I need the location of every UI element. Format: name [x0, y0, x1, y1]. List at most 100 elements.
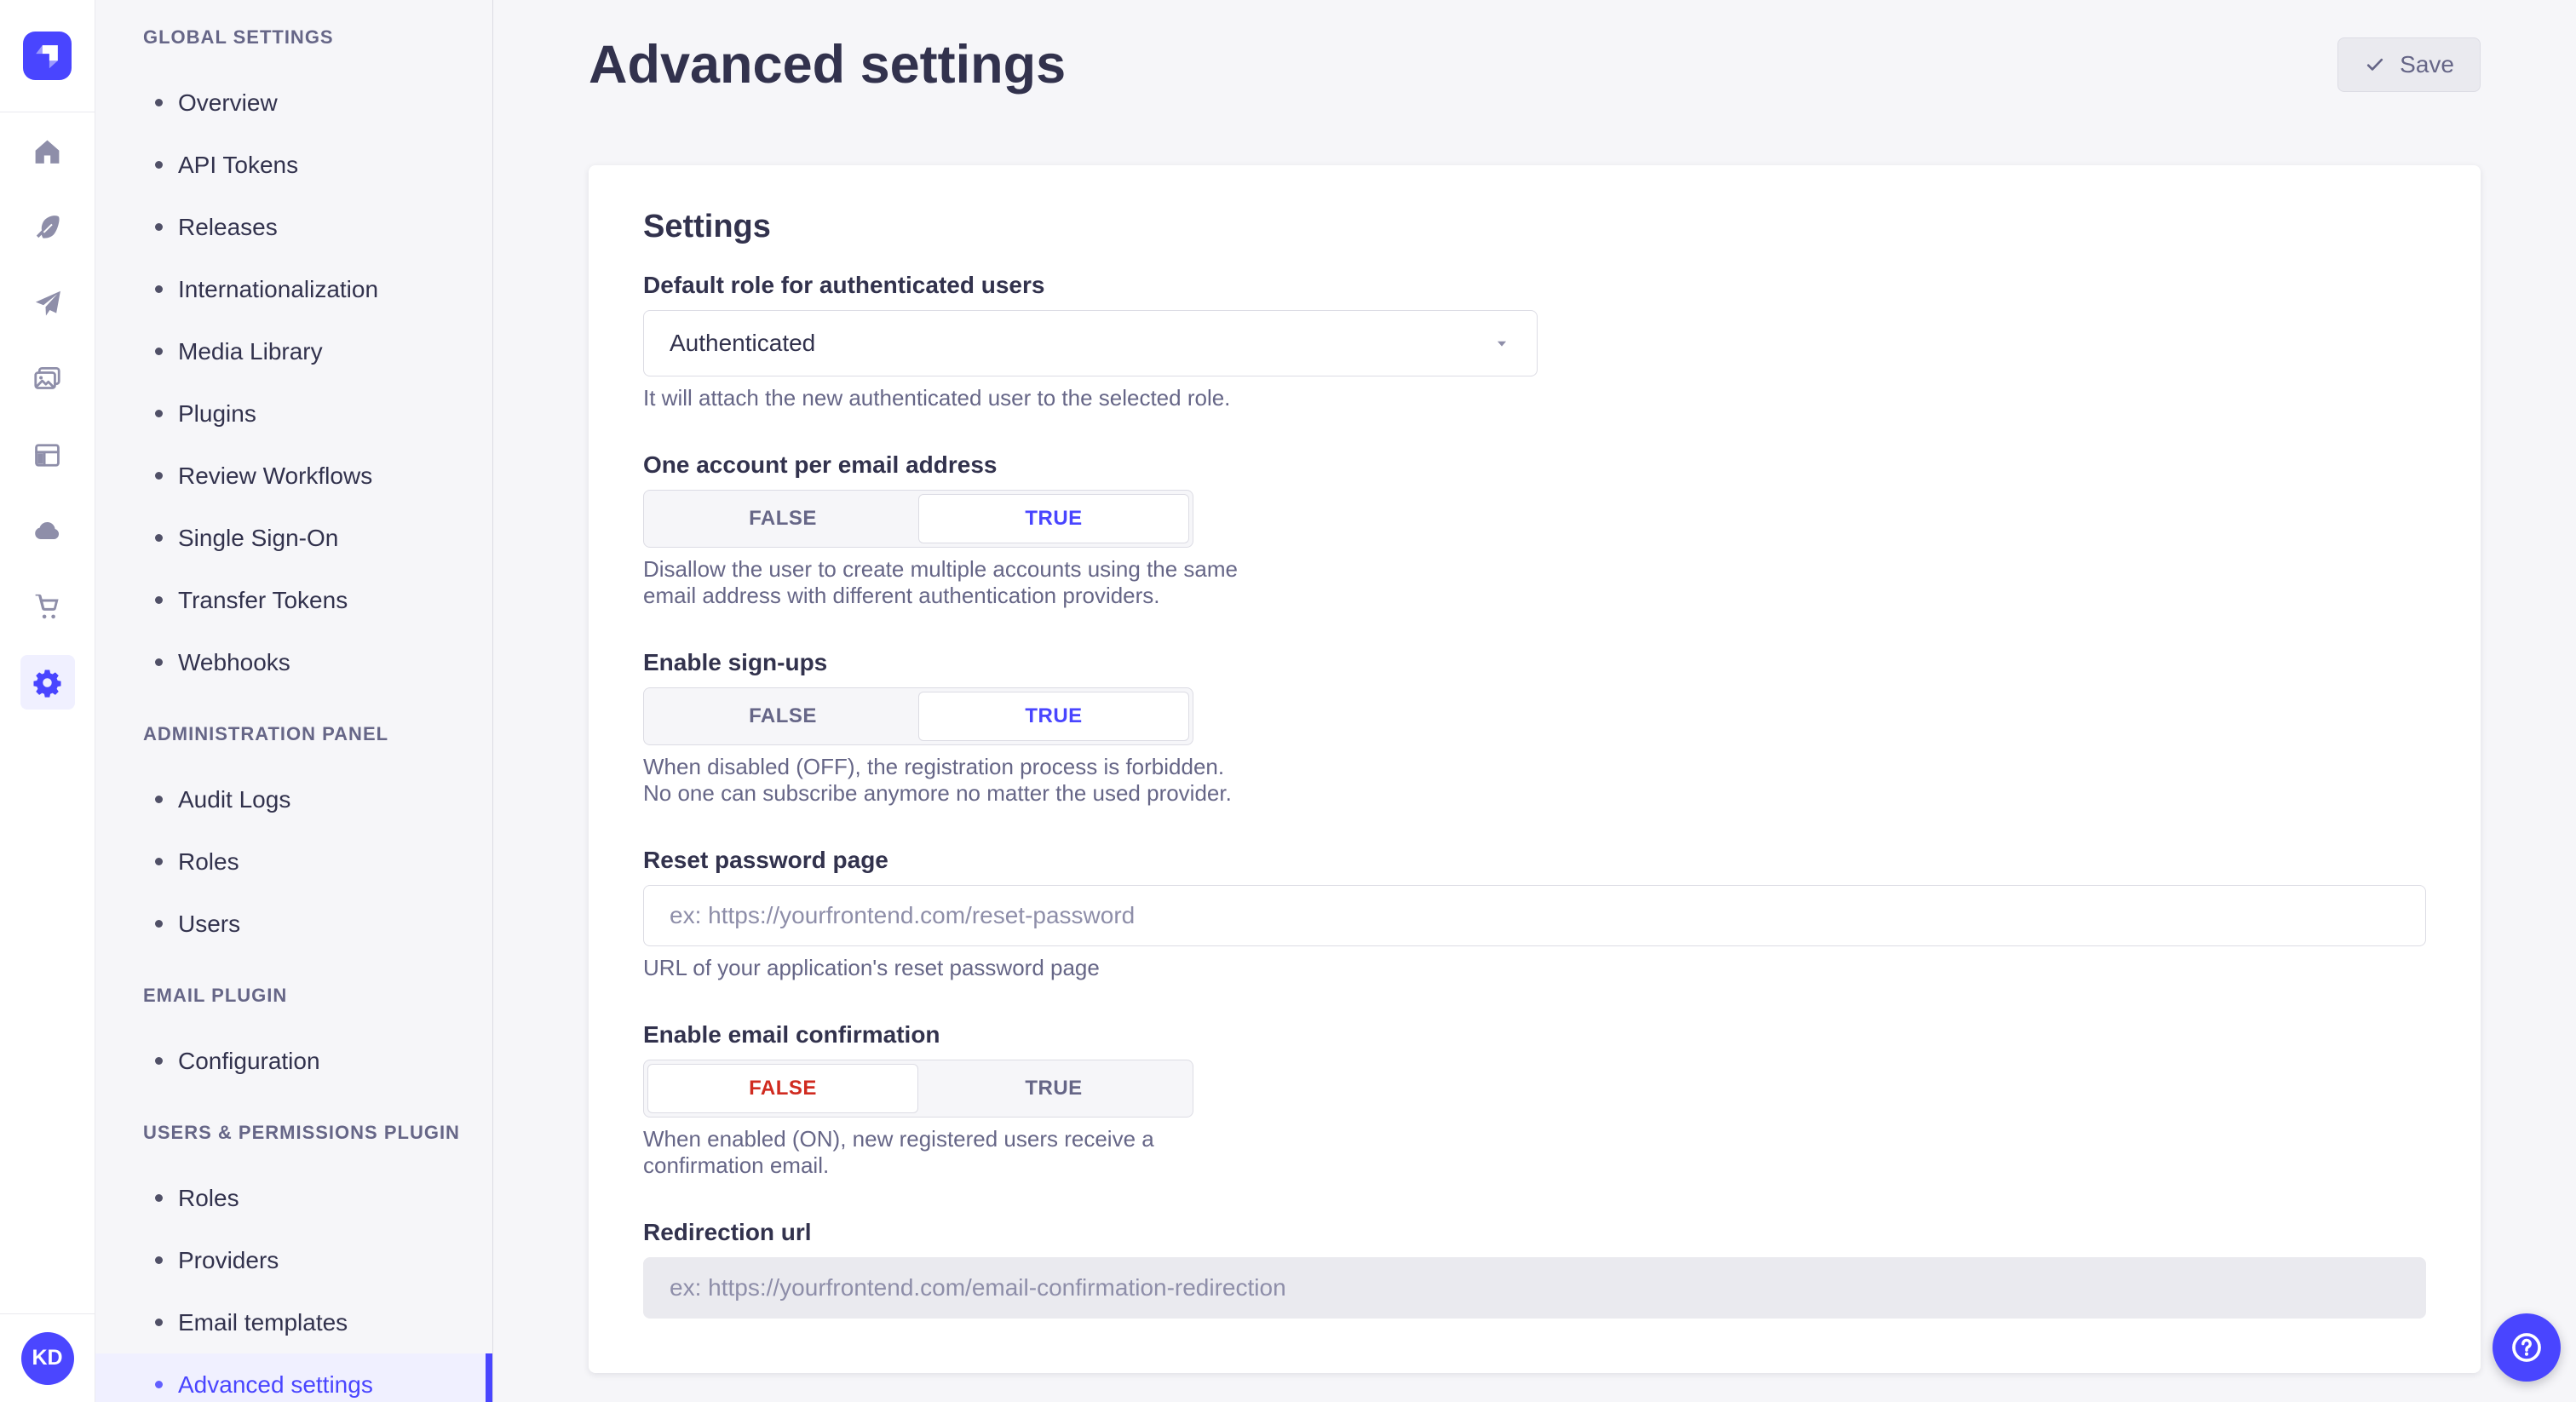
sidebar-item-label: Media Library [178, 338, 323, 365]
field-label: Reset password page [643, 846, 2426, 875]
sidebar-item-single-sign-on[interactable]: Single Sign-On [95, 507, 492, 569]
bullet-icon [155, 858, 163, 865]
one-account-toggle[interactable]: FALSE TRUE [643, 490, 1193, 548]
avatar[interactable]: KD [21, 1332, 74, 1385]
page-header: Advanced settings Save [589, 0, 2481, 97]
sidebar-section: GLOBAL SETTINGS Overview API Tokens Rele… [95, 27, 492, 693]
field-label: Enable email confirmation [643, 1020, 2426, 1049]
field-enable-email-confirmation: Enable email confirmation FALSE TRUE Whe… [643, 1020, 2426, 1179]
sidebar-item-review-workflows[interactable]: Review Workflows [95, 445, 492, 507]
sidebar-item-advanced-settings[interactable]: Advanced settings [95, 1353, 492, 1402]
sidebar-item-label: Audit Logs [178, 786, 290, 813]
rail-icon-list [0, 112, 95, 710]
email-confirmation-toggle[interactable]: FALSE TRUE [643, 1060, 1193, 1118]
strapi-logo[interactable] [0, 0, 95, 112]
sidebar-item-label: Single Sign-On [178, 525, 338, 552]
sidebar-item-overview[interactable]: Overview [95, 72, 492, 134]
reset-password-input[interactable] [643, 885, 2426, 946]
sidebar-item-label: Webhooks [178, 649, 290, 676]
field-hint: When disabled (OFF), the registration pr… [643, 754, 1239, 807]
bullet-icon [155, 161, 163, 169]
sidebar-item-email-templates[interactable]: Email templates [95, 1291, 492, 1353]
sidebar-item-label: Transfer Tokens [178, 587, 348, 614]
sidebar-item-audit-logs[interactable]: Audit Logs [95, 768, 492, 830]
field-reset-password-page: Reset password page URL of your applicat… [643, 846, 2426, 981]
bullet-icon [155, 472, 163, 480]
bullet-icon [155, 796, 163, 803]
sidebar-section-title: ADMINISTRATION PANEL [143, 724, 492, 744]
bullet-icon [155, 1319, 163, 1326]
settings-gear-icon[interactable] [20, 655, 75, 710]
toggle-option-false[interactable]: FALSE [647, 494, 918, 543]
bullet-icon [155, 596, 163, 604]
bullet-icon [155, 658, 163, 666]
sidebar-section-title: USERS & PERMISSIONS PLUGIN [143, 1123, 492, 1143]
sidebar-sections: GLOBAL SETTINGS Overview API Tokens Rele… [95, 27, 492, 1402]
sidebar-item-roles[interactable]: Roles [95, 830, 492, 893]
sidebar-section: USERS & PERMISSIONS PLUGIN Roles Provide… [95, 1123, 492, 1402]
sidebar-item-media-library[interactable]: Media Library [95, 320, 492, 382]
sidebar-item-api-tokens[interactable]: API Tokens [95, 134, 492, 196]
bullet-icon [155, 534, 163, 542]
field-hint: It will attach the new authenticated use… [643, 385, 2426, 411]
sidebar-item-label: API Tokens [178, 152, 298, 179]
check-icon [2364, 54, 2386, 76]
card-heading: Settings [643, 206, 2426, 247]
sidebar-item-users[interactable]: Users [95, 893, 492, 955]
bullet-icon [155, 410, 163, 417]
default-role-select[interactable]: Authenticated [643, 310, 1538, 376]
sidebar-item-roles[interactable]: Roles [95, 1167, 492, 1229]
sidebar-item-releases[interactable]: Releases [95, 196, 492, 258]
toggle-option-false[interactable]: FALSE [647, 692, 918, 741]
bullet-icon [155, 99, 163, 106]
strapi-logo-icon [23, 32, 72, 80]
sidebar-item-label: Providers [178, 1247, 279, 1274]
paper-plane-icon[interactable] [20, 276, 75, 330]
sidebar-item-label: Advanced settings [178, 1371, 373, 1399]
enable-sign-ups-toggle[interactable]: FALSE TRUE [643, 687, 1193, 745]
bullet-icon [155, 920, 163, 928]
feather-icon[interactable] [20, 200, 75, 255]
main-nav-rail: KD [0, 0, 95, 1402]
sidebar-item-configuration[interactable]: Configuration [95, 1030, 492, 1092]
bullet-icon [155, 285, 163, 293]
sidebar-section-items: Overview API Tokens Releases Internation… [95, 72, 492, 693]
sidebar-item-transfer-tokens[interactable]: Transfer Tokens [95, 569, 492, 631]
sidebar-section-title: EMAIL PLUGIN [143, 985, 492, 1006]
sidebar-item-label: Overview [178, 89, 278, 117]
field-enable-sign-ups: Enable sign-ups FALSE TRUE When disabled… [643, 648, 2426, 807]
bullet-icon [155, 1057, 163, 1065]
page-title: Advanced settings [589, 32, 1066, 97]
sidebar-section-items: Configuration [95, 1030, 492, 1092]
select-value: Authenticated [670, 330, 815, 357]
sidebar-section: EMAIL PLUGIN Configuration [95, 985, 492, 1092]
toggle-option-true[interactable]: TRUE [918, 692, 1189, 741]
field-redirection-url: Redirection url [643, 1218, 2426, 1319]
field-label: One account per email address [643, 451, 2426, 480]
sidebar-item-providers[interactable]: Providers [95, 1229, 492, 1291]
toggle-option-true[interactable]: TRUE [918, 1064, 1189, 1113]
sidebar-item-label: Users [178, 911, 240, 938]
rail-footer: KD [0, 1313, 95, 1402]
sidebar-item-webhooks[interactable]: Webhooks [95, 631, 492, 693]
save-button[interactable]: Save [2337, 37, 2481, 92]
sidebar-section-title: GLOBAL SETTINGS [143, 27, 492, 48]
cart-icon[interactable] [20, 579, 75, 634]
home-icon[interactable] [20, 124, 75, 179]
sidebar-item-label: Email templates [178, 1309, 348, 1336]
field-label: Enable sign-ups [643, 648, 2426, 677]
sidebar-item-internationalization[interactable]: Internationalization [95, 258, 492, 320]
media-icon[interactable] [20, 352, 75, 406]
save-button-label: Save [2400, 51, 2454, 78]
layout-icon[interactable] [20, 428, 75, 482]
chevron-down-icon [1492, 334, 1511, 353]
toggle-option-true[interactable]: TRUE [918, 494, 1189, 543]
toggle-option-false[interactable]: FALSE [647, 1064, 918, 1113]
help-button[interactable] [2493, 1313, 2561, 1382]
main-content: Advanced settings Save Settings Default … [493, 0, 2576, 1402]
cloud-icon[interactable] [20, 503, 75, 558]
field-label: Default role for authenticated users [643, 271, 2426, 300]
sidebar-item-plugins[interactable]: Plugins [95, 382, 492, 445]
field-hint: Disallow the user to create multiple acc… [643, 556, 1239, 609]
field-label: Redirection url [643, 1218, 2426, 1247]
